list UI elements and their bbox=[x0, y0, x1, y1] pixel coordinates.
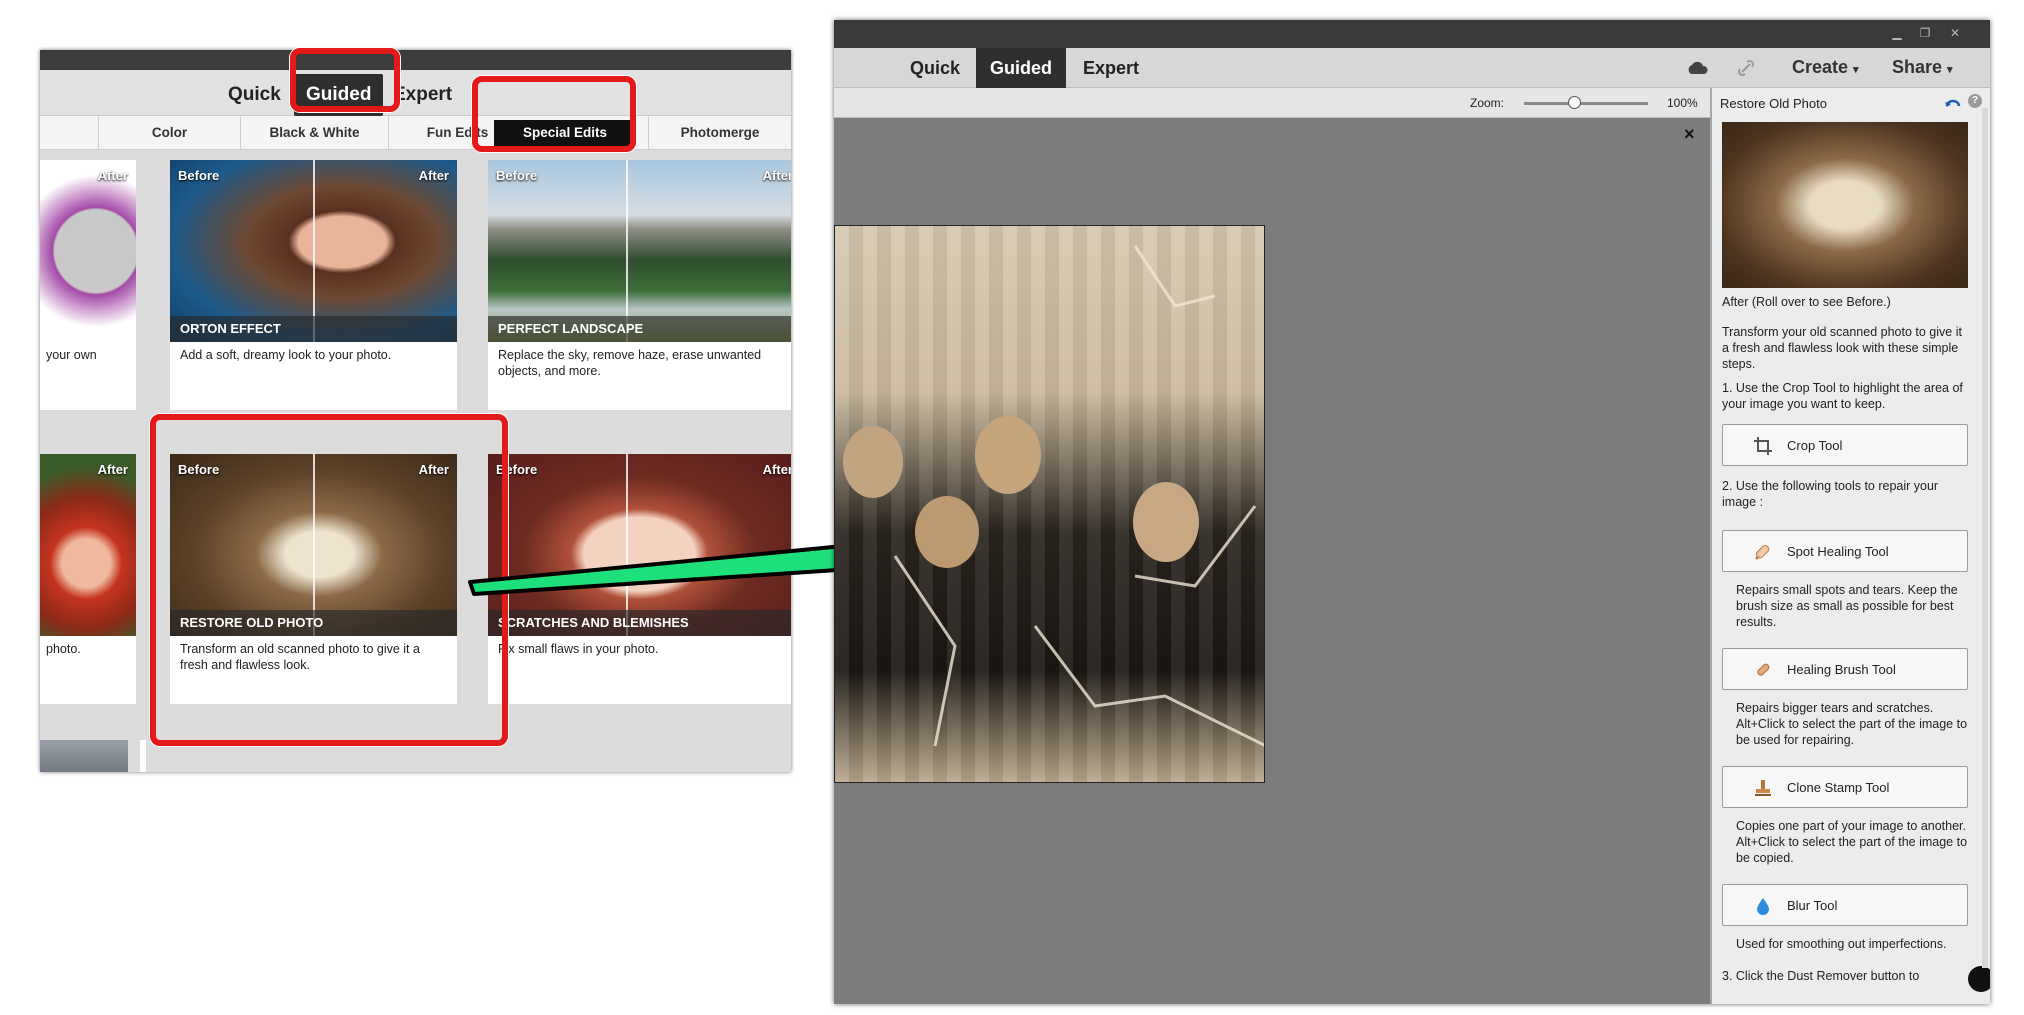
card-title: ORTON EFFECT bbox=[170, 316, 457, 342]
crop-icon bbox=[1754, 437, 1772, 455]
after-label: After bbox=[97, 168, 128, 183]
close-window-icon[interactable]: ✕ bbox=[1946, 25, 1964, 41]
before-label: Before bbox=[496, 168, 538, 183]
after-preview-image[interactable] bbox=[1722, 122, 1968, 288]
intro-text: Transform your old scanned photo to give… bbox=[1722, 325, 1962, 371]
tool-label: Healing Brush Tool bbox=[1787, 662, 1896, 677]
window-top-bar bbox=[40, 50, 791, 70]
clone-stamp-icon bbox=[1755, 780, 1771, 796]
highlight-guided bbox=[290, 48, 400, 112]
tab-color[interactable]: Color bbox=[98, 116, 240, 150]
step1-text: 1. Use the Crop Tool to highlight the ar… bbox=[1722, 381, 1963, 411]
guided-card-orton-effect[interactable]: Before After ORTON EFFECT Add a soft, dr… bbox=[170, 160, 457, 410]
restore-icon[interactable]: ❐ bbox=[1916, 25, 1934, 41]
mode-expert[interactable]: Expert bbox=[393, 84, 452, 106]
tool-label: Blur Tool bbox=[1787, 898, 1838, 913]
guided-card-partial[interactable]: After photo. bbox=[40, 454, 136, 704]
card-title: PERFECT LANDSCAPE bbox=[488, 316, 791, 342]
editor-window: ▁ ❐ ✕ Quick Guided Expert Create ▾ Share… bbox=[834, 20, 1990, 1004]
card-description: photo. bbox=[46, 642, 81, 656]
title-bar: ▁ ❐ ✕ bbox=[834, 20, 1990, 48]
link-icon[interactable] bbox=[1736, 58, 1756, 78]
mode-quick[interactable]: Quick bbox=[894, 48, 976, 88]
image-canvas[interactable]: × bbox=[834, 118, 1710, 1004]
card-description: Add a soft, dreamy look to your photo. bbox=[180, 348, 392, 362]
spot-healing-icon bbox=[1755, 544, 1770, 560]
highlight-restore-old-photo bbox=[150, 414, 508, 746]
old-photo-image[interactable] bbox=[834, 225, 1265, 783]
spot-healing-tool-button[interactable]: Spot Healing Tool bbox=[1722, 530, 1968, 572]
category-tabs: Color Black & White Fun Edits Special Ed… bbox=[40, 116, 791, 150]
minimize-icon[interactable]: ▁ bbox=[1888, 25, 1906, 41]
mode-quick[interactable]: Quick bbox=[228, 84, 281, 106]
chevron-down-icon: ▾ bbox=[1947, 64, 1953, 76]
after-label: After bbox=[762, 168, 791, 183]
card-title: SCRATCHES AND BLEMISHES bbox=[488, 610, 791, 636]
tool-options-bar: Zoom: 100% bbox=[834, 88, 1710, 118]
card-description: Fix small flaws in your photo. bbox=[498, 642, 659, 656]
clone-stamp-tool-button[interactable]: Clone Stamp Tool bbox=[1722, 766, 1968, 808]
help-icon[interactable]: ? bbox=[1968, 94, 1982, 108]
create-menu[interactable]: Create ▾ bbox=[1792, 57, 1859, 78]
tool-description: Used for smoothing out imperfections. bbox=[1736, 937, 1947, 951]
blur-tool-button[interactable]: Blur Tool bbox=[1722, 884, 1968, 926]
card-thumbnail: After bbox=[40, 454, 136, 636]
tool-label: Clone Stamp Tool bbox=[1787, 780, 1890, 795]
guided-card-perfect-landscape[interactable]: Before After PERFECT LANDSCAPE Replace t… bbox=[488, 160, 791, 410]
share-menu[interactable]: Share ▾ bbox=[1892, 57, 1953, 78]
guided-card-partial-bottom[interactable] bbox=[40, 740, 128, 772]
tab-partial[interactable] bbox=[40, 116, 98, 150]
after-label: After bbox=[762, 462, 791, 477]
card-description: Replace the sky, remove haze, erase unwa… bbox=[498, 348, 762, 378]
card-description: your own bbox=[46, 348, 97, 362]
cloud-icon[interactable] bbox=[1686, 60, 1710, 76]
zoom-value: 100% bbox=[1667, 96, 1698, 110]
chevron-down-icon: ▾ bbox=[1853, 64, 1859, 76]
card-thumbnail: Before After PERFECT LANDSCAPE bbox=[488, 160, 791, 342]
blur-icon bbox=[1757, 898, 1769, 915]
after-label: After bbox=[97, 462, 128, 477]
zoom-slider-track[interactable] bbox=[1524, 102, 1648, 105]
mode-bar: Quick Guided Expert bbox=[40, 70, 791, 116]
card-edge bbox=[140, 740, 146, 772]
tool-description: Repairs bigger tears and scratches. Alt+… bbox=[1736, 701, 1968, 747]
create-label: Create bbox=[1792, 57, 1849, 77]
guided-card-frame[interactable]: After your own bbox=[40, 160, 136, 410]
step2-text: 2. Use the following tools to repair you… bbox=[1722, 479, 1939, 509]
tab-black-white[interactable]: Black & White bbox=[240, 116, 388, 150]
share-label: Share bbox=[1892, 57, 1943, 77]
zoom-slider-thumb[interactable] bbox=[1567, 96, 1581, 109]
after-label: After bbox=[418, 168, 449, 183]
tool-description: Copies one part of your image to another… bbox=[1736, 819, 1968, 865]
tool-description: Repairs small spots and tears. Keep the … bbox=[1736, 583, 1958, 629]
mode-expert[interactable]: Expert bbox=[1066, 48, 1156, 88]
tab-photomerge[interactable]: Photomerge bbox=[648, 116, 791, 150]
panel-title: Restore Old Photo bbox=[1720, 96, 1827, 111]
after-caption: After (Roll over to see Before.) bbox=[1722, 295, 1891, 309]
close-image-icon[interactable]: × bbox=[1684, 124, 1695, 145]
card-thumbnail: After bbox=[40, 160, 136, 342]
healing-brush-icon bbox=[1757, 663, 1770, 676]
reset-icon[interactable] bbox=[1944, 96, 1962, 110]
before-label: Before bbox=[178, 168, 220, 183]
step3-text-cutoff: 3. Click the Dust Remover button to bbox=[1722, 969, 1920, 983]
photo-cracks bbox=[893, 245, 1264, 747]
tool-label: Spot Healing Tool bbox=[1787, 544, 1889, 559]
guided-steps-panel: Restore Old Photo ? After (Roll over to … bbox=[1710, 88, 1990, 1004]
crop-tool-button[interactable]: Crop Tool bbox=[1722, 424, 1968, 466]
scroll-corner-button[interactable] bbox=[1968, 966, 1990, 992]
highlight-special-edits bbox=[472, 76, 636, 152]
panel-scrollbar[interactable] bbox=[1982, 108, 1988, 968]
healing-brush-tool-button[interactable]: Healing Brush Tool bbox=[1722, 648, 1968, 690]
card-thumbnail: Before After ORTON EFFECT bbox=[170, 160, 457, 342]
zoom-label: Zoom: bbox=[1470, 96, 1505, 110]
mode-guided[interactable]: Guided bbox=[976, 48, 1066, 88]
mode-bar: Quick Guided Expert Create ▾ Share ▾ bbox=[834, 48, 1990, 88]
tool-label: Crop Tool bbox=[1787, 438, 1843, 453]
